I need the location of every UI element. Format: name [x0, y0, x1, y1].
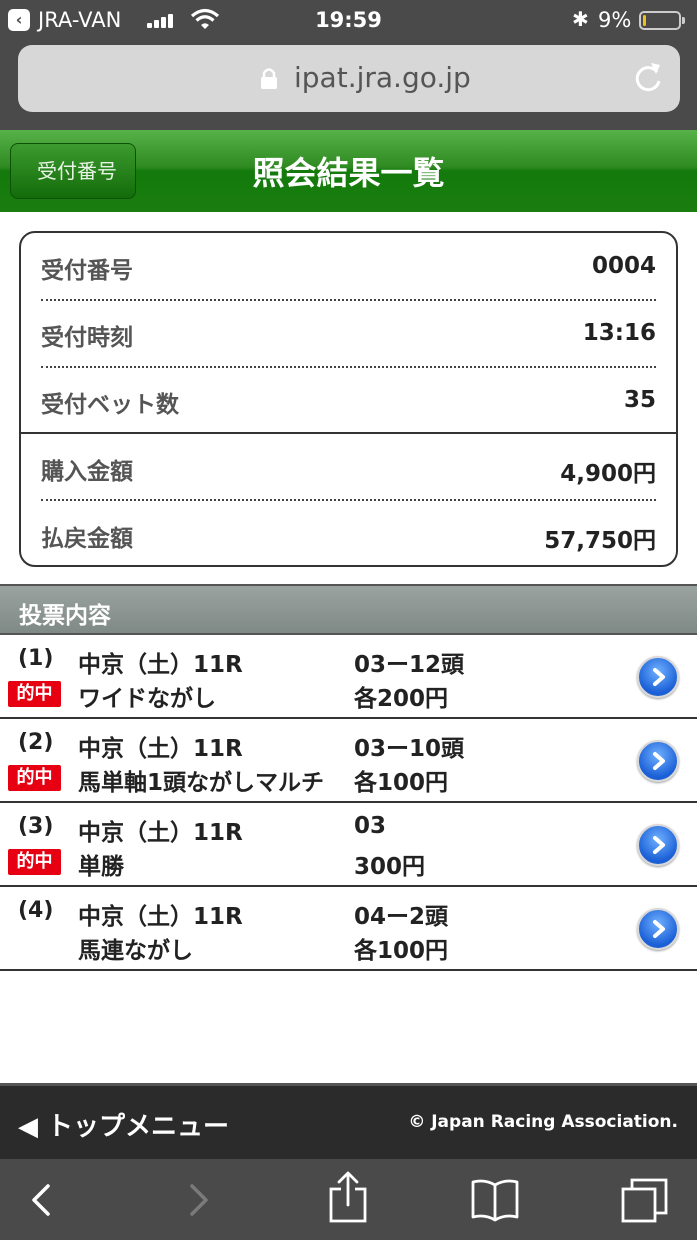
bet-type: 馬連ながし: [78, 938, 193, 964]
summary-value: 0004: [591, 253, 656, 279]
bet-number: (1): [18, 646, 54, 671]
summary-value: 4,900円: [560, 461, 656, 487]
page-title: 照会結果一覧: [252, 154, 445, 192]
address-bar[interactable]: ipat.jra.go.jp: [18, 45, 680, 112]
hit-badge: 的中: [8, 765, 61, 791]
summary-row-receipt-time: 受付時刻 13:16: [41, 300, 656, 367]
reload-icon[interactable]: [632, 60, 664, 94]
summary-value: 13:16: [582, 320, 656, 346]
bet-race: 中京（土）11R: [78, 904, 243, 930]
lock-icon: [261, 68, 277, 89]
bet-number: (2): [18, 730, 54, 755]
share-icon[interactable]: [323, 1171, 373, 1223]
summary-label: 受付番号: [41, 258, 133, 284]
bet-row[interactable]: (3) 的中 中京（土）11R 単勝 03 300円: [0, 803, 697, 887]
bet-type: 馬単軸1頭ながしマルチ: [78, 770, 325, 796]
chevron-right-icon[interactable]: [637, 740, 679, 782]
bet-race: 中京（土）11R: [78, 652, 243, 678]
battery-level: [643, 15, 646, 26]
bet-number: (4): [18, 898, 54, 923]
bet-type: ワイドながし: [78, 686, 216, 712]
browser-toolbar: [0, 1159, 697, 1240]
chevron-right-icon[interactable]: [637, 824, 679, 866]
chevron-right-icon[interactable]: [637, 908, 679, 950]
summary-row-receipt-number: 受付番号 0004: [41, 233, 656, 300]
url-text[interactable]: ipat.jra.go.jp: [294, 61, 471, 94]
clock: 19:59: [315, 8, 382, 32]
summary-label: 受付ベット数: [41, 392, 179, 418]
chevron-right-icon[interactable]: [637, 656, 679, 698]
page-footer: ◀ トップメニュー © Japan Racing Association.: [0, 1083, 697, 1159]
battery-icon: [639, 11, 685, 30]
summary-row-purchase-amount: 購入金額 4,900円: [41, 434, 656, 501]
bet-combination: 03ー10頭: [354, 736, 465, 762]
forward-icon[interactable]: [172, 1177, 222, 1223]
back-icon[interactable]: [18, 1177, 68, 1223]
summary-label: 払戻金額: [41, 526, 133, 552]
bet-amount: 300円: [354, 854, 426, 880]
section-title: 投票内容: [19, 603, 111, 629]
hit-badge: 的中: [8, 849, 61, 875]
summary-row-payout-amount: 払戻金額 57,750円: [41, 501, 656, 565]
bet-combination: 03ー12頭: [354, 652, 465, 678]
bet-amount: 各100円: [354, 770, 449, 796]
summary-value: 35: [623, 387, 656, 413]
summary-value: 57,750円: [544, 528, 656, 554]
bet-row[interactable]: (2) 的中 中京（土）11R 馬単軸1頭ながしマルチ 03ー10頭 各100円: [0, 719, 697, 803]
tabs-icon[interactable]: [620, 1177, 670, 1223]
bet-amount: 各100円: [354, 938, 449, 964]
summary-row-bet-count: 受付ベット数 35: [41, 367, 656, 434]
summary-label: 購入金額: [41, 459, 133, 485]
bet-combination: 04ー2頭: [354, 904, 449, 930]
top-menu-link[interactable]: ◀ トップメニュー: [18, 1106, 229, 1143]
summary-panel: 受付番号 0004 受付時刻 13:16 受付ベット数 35 購入金額 4,90…: [19, 231, 678, 567]
bet-amount: 各200円: [354, 686, 449, 712]
bet-number: (3): [18, 814, 54, 839]
nav-header: 受付番号 照会結果一覧: [0, 130, 697, 212]
copyright-text: © Japan Racing Association.: [408, 1112, 678, 1132]
bet-race: 中京（土）11R: [78, 736, 243, 762]
bluetooth-icon: ✱: [572, 7, 589, 31]
bet-combination: 03: [354, 813, 387, 839]
status-bar: ‹ JRA-VAN 19:59 ✱ 9%: [0, 0, 697, 40]
browser-chrome: ‹ JRA-VAN 19:59 ✱ 9% ipat.jra.go.jp: [0, 0, 697, 130]
bet-row[interactable]: (1) 的中 中京（土）11R ワイドながし 03ー12頭 各200円: [0, 635, 697, 719]
summary-label: 受付時刻: [41, 325, 133, 351]
bet-type: 単勝: [78, 854, 124, 880]
bet-row[interactable]: (4) 中京（土）11R 馬連ながし 04ー2頭 各100円: [0, 887, 697, 971]
bookmarks-icon[interactable]: [470, 1177, 520, 1223]
hit-badge: 的中: [8, 681, 61, 707]
battery-percent: 9%: [598, 8, 632, 32]
section-header: 投票内容: [0, 584, 697, 635]
bet-race: 中京（土）11R: [78, 820, 243, 846]
